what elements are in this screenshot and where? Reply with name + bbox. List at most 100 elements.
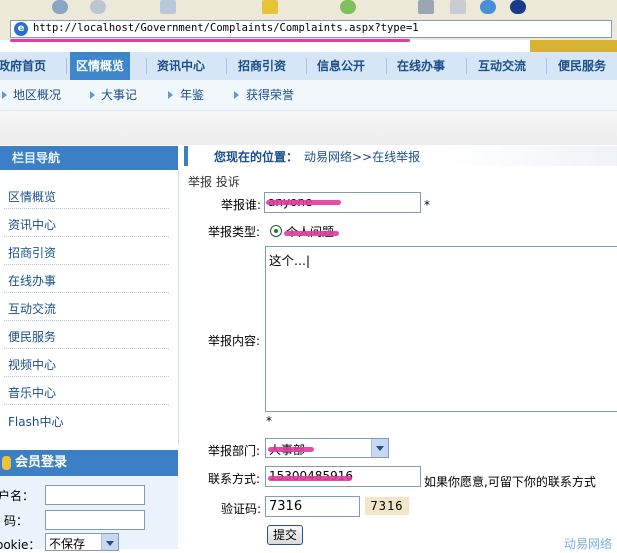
main-nav: 政府首页 区情概览 资讯中心 招商引资 信息公开 在线办事 互动交流 便民服务 (0, 52, 617, 80)
ie-page-icon: e (14, 22, 28, 36)
divider (4, 264, 169, 265)
required-mark: * (266, 414, 272, 428)
login-title-text: 会员登录 (15, 455, 68, 470)
divider (4, 292, 169, 293)
url-field[interactable]: e http://localhost/Government/Complaints… (10, 20, 612, 38)
divider (4, 208, 169, 209)
sidebar-title-text: 栏目导航 (12, 151, 61, 165)
sidebar-item-convenience[interactable]: 便民服务 (8, 328, 56, 345)
login-panel: 户名： 码： ookie： 不保存 (0, 476, 178, 552)
arrow-icon (2, 91, 7, 99)
subnav-item-honors[interactable]: 获得荣誉 (246, 80, 294, 110)
edit-icon[interactable] (450, 0, 466, 14)
reporter-label: 举报谁: (221, 198, 262, 212)
nav-item-online-service[interactable]: 在线办事 (397, 52, 445, 80)
cookie-select[interactable]: 不保存 (45, 533, 119, 551)
username-label: 户名： (0, 489, 35, 503)
type-label: 举报类型: (208, 225, 261, 239)
contact-label: 联系方式: (208, 472, 261, 486)
back-icon[interactable] (52, 0, 68, 14)
print-icon[interactable] (418, 0, 434, 14)
arrow-icon (234, 91, 239, 99)
subnav-item-region[interactable]: 地区概况 (13, 80, 61, 110)
sidebar-item-interaction[interactable]: 互动交流 (8, 300, 56, 317)
arrow-icon (90, 91, 95, 99)
nav-separator (546, 58, 547, 74)
url-text: http://localhost/Government/Complaints/C… (33, 22, 419, 34)
nav-item-disclosure[interactable]: 信息公开 (317, 52, 365, 80)
star-icon[interactable] (262, 0, 278, 14)
nav-separator (466, 58, 467, 74)
nav-separator (146, 58, 147, 74)
nav-item-overview[interactable]: 区情概览 (70, 52, 131, 80)
divider (4, 404, 169, 405)
captcha-image-text: 7316 (370, 499, 404, 513)
divider (4, 376, 169, 377)
breadcrumb-path: 动易网络>>在线举报 (304, 150, 421, 164)
arrow-icon (168, 91, 173, 99)
cookie-label: ookie： (0, 538, 41, 552)
submit-button-label: 提交 (272, 528, 297, 542)
department-label: 举报部门: (208, 444, 261, 458)
sidebar-title: 栏目导航 (0, 146, 178, 170)
sidebar-item-online-service[interactable]: 在线办事 (8, 272, 56, 289)
help-icon[interactable] (510, 0, 526, 14)
browser-toolbar (0, 0, 617, 19)
submit-button[interactable]: 提交 (267, 525, 303, 545)
captcha-input[interactable]: 7316 (265, 496, 360, 517)
content-value: 这个...| (269, 253, 311, 268)
nav-item-interaction[interactable]: 互动交流 (478, 52, 526, 80)
report-tabs[interactable]: 举报 投诉 (188, 173, 240, 190)
sidebar-item-flash[interactable]: Flash中心 (8, 413, 63, 430)
nav-separator (386, 58, 387, 74)
nav-separator (226, 58, 227, 74)
sidebar-item-music[interactable]: 音乐中心 (8, 384, 56, 401)
divider (4, 320, 169, 321)
footer-brand: 动易网络 (564, 537, 613, 551)
nav-separator (66, 58, 67, 74)
sidebar-item-video[interactable]: 视频中心 (8, 356, 56, 373)
type-radio[interactable] (270, 225, 282, 237)
address-bar: e http://localhost/Government/Complaints… (0, 18, 617, 42)
redaction-mark (268, 476, 352, 481)
sidebar-item-news[interactable]: 资讯中心 (8, 216, 56, 233)
sidebar: 区情概览 资讯中心 招商引资 在线办事 互动交流 便民服务 视频中心 音乐中心 … (0, 170, 179, 445)
messenger-icon[interactable] (480, 0, 496, 14)
subnav-item-yearbook[interactable]: 年鉴 (180, 80, 204, 110)
captcha-label: 验证码: (221, 502, 262, 516)
content-label: 举报内容: (208, 334, 261, 348)
user-icon (2, 456, 11, 470)
password-input[interactable] (45, 510, 145, 530)
redaction-mark (266, 200, 341, 205)
breadcrumb-prefix: 您现在的位置： (214, 150, 299, 164)
redaction-mark (284, 231, 339, 236)
sidebar-item-overview[interactable]: 区情概览 (8, 188, 56, 205)
divider (4, 348, 169, 349)
sidebar-item-investment[interactable]: 招商引资 (8, 244, 56, 261)
contact-hint: 如果你愿意,可留下你的联系方式 (424, 475, 596, 489)
content-textarea[interactable]: 这个...| (265, 246, 617, 412)
header-band (0, 111, 617, 145)
required-mark: * (424, 198, 430, 212)
captcha-image[interactable]: 7316 (365, 497, 409, 515)
nav-item-convenience[interactable]: 便民服务 (558, 52, 606, 80)
divider (4, 236, 169, 237)
nav-item-investment[interactable]: 招商引资 (238, 52, 286, 80)
login-title: 会员登录 (0, 450, 178, 476)
username-input[interactable] (45, 485, 145, 505)
captcha-value: 7316 (269, 499, 303, 514)
password-label: 码： (4, 514, 29, 528)
chevron-down-icon[interactable] (101, 534, 118, 550)
chevron-down-icon[interactable] (371, 439, 388, 457)
cookie-select-value: 不保存 (49, 537, 86, 551)
redaction-mark (268, 447, 314, 452)
refresh-icon[interactable] (160, 0, 176, 14)
url-highlight (10, 39, 410, 42)
nav-separator (306, 58, 307, 74)
nav-item-news[interactable]: 资讯中心 (157, 52, 205, 80)
subnav-item-events[interactable]: 大事记 (101, 80, 137, 110)
sub-nav: 地区概况 大事记 年鉴 获得荣誉 (0, 80, 617, 111)
history-icon[interactable] (340, 0, 356, 14)
nav-item-home[interactable]: 政府首页 (0, 52, 46, 80)
forward-icon[interactable] (90, 0, 106, 14)
